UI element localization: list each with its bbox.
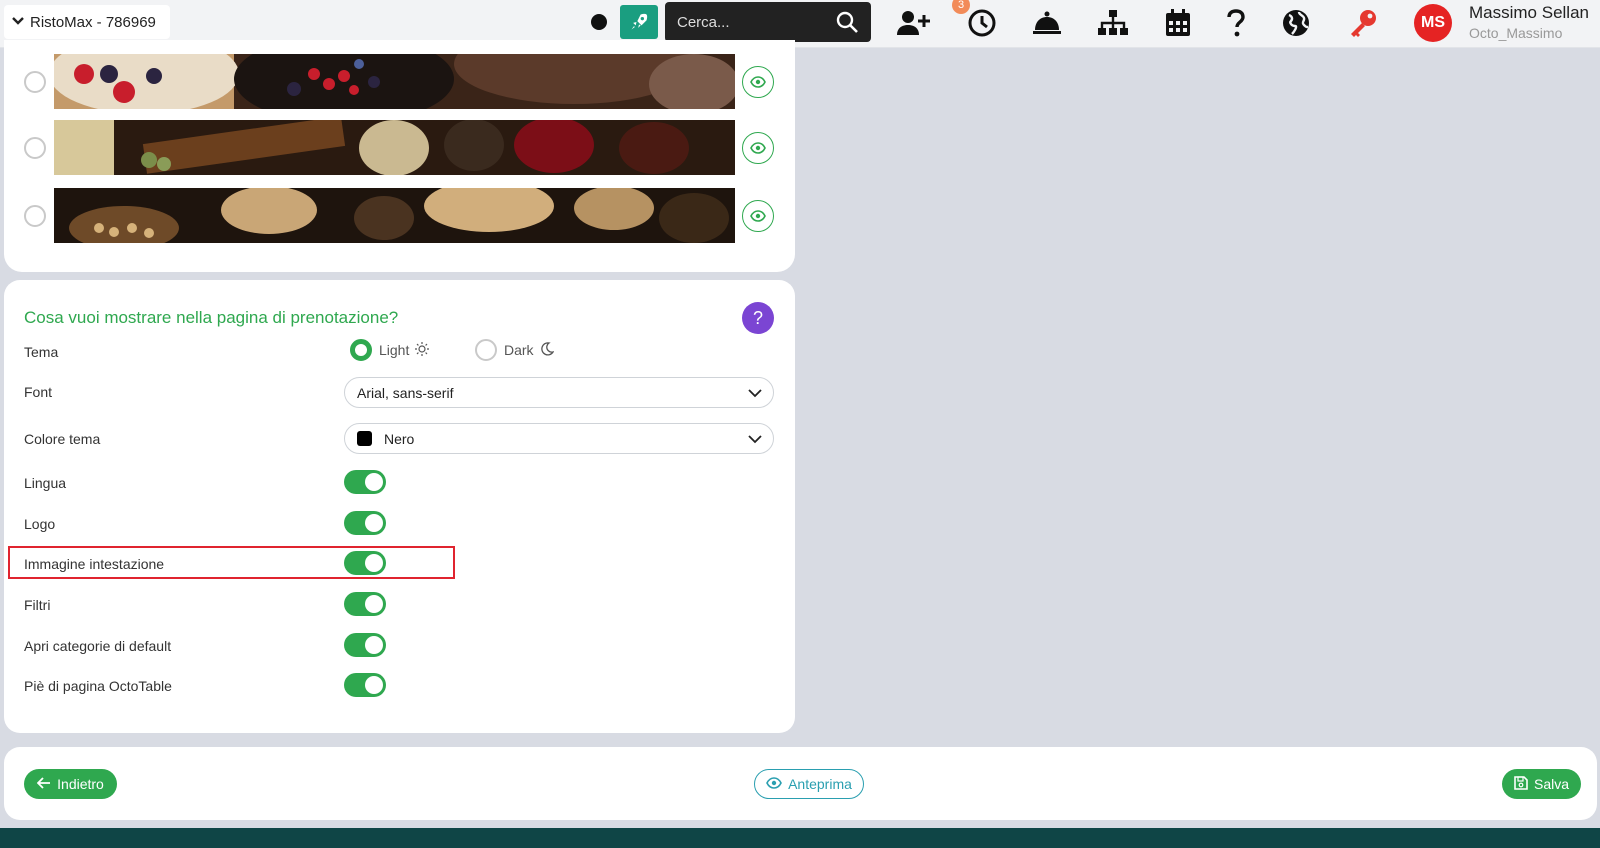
help-button[interactable]: ? — [742, 302, 774, 334]
preview-eye-icon[interactable] — [742, 200, 774, 232]
clock-icon[interactable] — [967, 6, 997, 40]
image-banner[interactable] — [54, 120, 735, 175]
help-icon[interactable] — [1226, 6, 1246, 40]
search-input[interactable] — [677, 13, 827, 31]
user-name: Massimo Sellan — [1469, 3, 1589, 22]
toggle-label-filters: Filtri — [24, 597, 51, 613]
theme-light-option[interactable]: Light — [350, 339, 430, 361]
avatar[interactable]: MS — [1414, 4, 1452, 42]
back-button-label: Indietro — [57, 776, 104, 792]
search-icon[interactable] — [835, 10, 859, 39]
logo-toggle[interactable] — [344, 511, 386, 535]
open-categories-toggle[interactable] — [344, 633, 386, 657]
image-option — [4, 120, 795, 176]
image-banner[interactable] — [54, 188, 735, 243]
add-user-icon[interactable] — [896, 6, 932, 40]
save-button-label: Salva — [1533, 776, 1570, 792]
arrow-left-icon — [36, 776, 57, 792]
image-option — [4, 188, 795, 244]
color-swatch — [357, 431, 372, 446]
chevron-down-icon — [747, 385, 763, 404]
image-banner[interactable] — [54, 54, 735, 109]
preview-eye-icon[interactable] — [742, 66, 774, 98]
calendar-icon[interactable] — [1165, 6, 1191, 40]
header-image-card — [4, 40, 795, 272]
theme-light-label: Light — [379, 342, 410, 358]
chevron-down-icon — [12, 15, 24, 29]
image-option — [4, 54, 795, 110]
status-dot-icon — [591, 14, 607, 30]
globe-icon[interactable] — [1281, 6, 1311, 40]
user-handle: Octo_Massimo — [1469, 25, 1563, 41]
image-radio[interactable] — [24, 71, 46, 93]
theme-dark-option[interactable]: Dark — [475, 339, 554, 361]
image-radio[interactable] — [24, 205, 46, 227]
back-button[interactable]: Indietro — [24, 769, 117, 799]
toggle-label-lingua: Lingua — [24, 475, 67, 491]
booking-page-settings-card: Cosa vuoi mostrare nella pagina di preno… — [4, 280, 795, 733]
theme-color-value: Nero — [384, 430, 415, 447]
save-button[interactable]: Salva — [1502, 769, 1581, 799]
sitemap-icon[interactable] — [1097, 6, 1129, 40]
font-label: Font — [24, 384, 53, 400]
filters-toggle[interactable] — [344, 592, 386, 616]
floppy-disk-icon — [1514, 775, 1534, 793]
font-select[interactable]: Arial, sans-serif — [344, 377, 774, 408]
highlight-box — [8, 546, 455, 579]
toggle-label-logo: Logo — [24, 516, 56, 532]
chevron-down-icon — [747, 431, 763, 450]
theme-light-radio[interactable] — [350, 339, 372, 361]
footer-toggle[interactable] — [344, 673, 386, 697]
venue-name: RistoMax - 786969 — [30, 13, 156, 31]
sun-icon — [415, 341, 430, 359]
toggle-label-footer: Piè di pagina OctoTable — [24, 678, 172, 694]
preview-button[interactable]: Anteprima — [754, 769, 864, 799]
image-radio[interactable] — [24, 137, 46, 159]
preview-button-label: Anteprima — [788, 776, 852, 792]
key-icon[interactable] — [1348, 6, 1378, 40]
moon-icon — [540, 341, 554, 359]
service-bell-icon[interactable] — [1032, 6, 1062, 40]
theme-color-label: Colore tema — [24, 431, 101, 447]
eye-icon — [766, 776, 788, 792]
theme-dark-radio[interactable] — [475, 339, 497, 361]
bottom-strip — [0, 828, 1600, 848]
preview-eye-icon[interactable] — [742, 132, 774, 164]
lingua-toggle[interactable] — [344, 470, 386, 494]
theme-label: Tema — [24, 344, 59, 360]
theme-dark-label: Dark — [504, 342, 534, 358]
venue-selector[interactable]: RistoMax - 786969 — [4, 5, 170, 39]
toggle-label-open-categories: Apri categorie di default — [24, 638, 172, 654]
search-box[interactable] — [665, 2, 871, 42]
section-title: Cosa vuoi mostrare nella pagina di preno… — [24, 308, 399, 327]
action-bar: Indietro Anteprima Salva — [4, 747, 1597, 820]
rocket-icon[interactable] — [620, 5, 658, 39]
theme-color-select[interactable]: Nero — [344, 423, 774, 454]
font-select-value: Arial, sans-serif — [357, 384, 454, 401]
